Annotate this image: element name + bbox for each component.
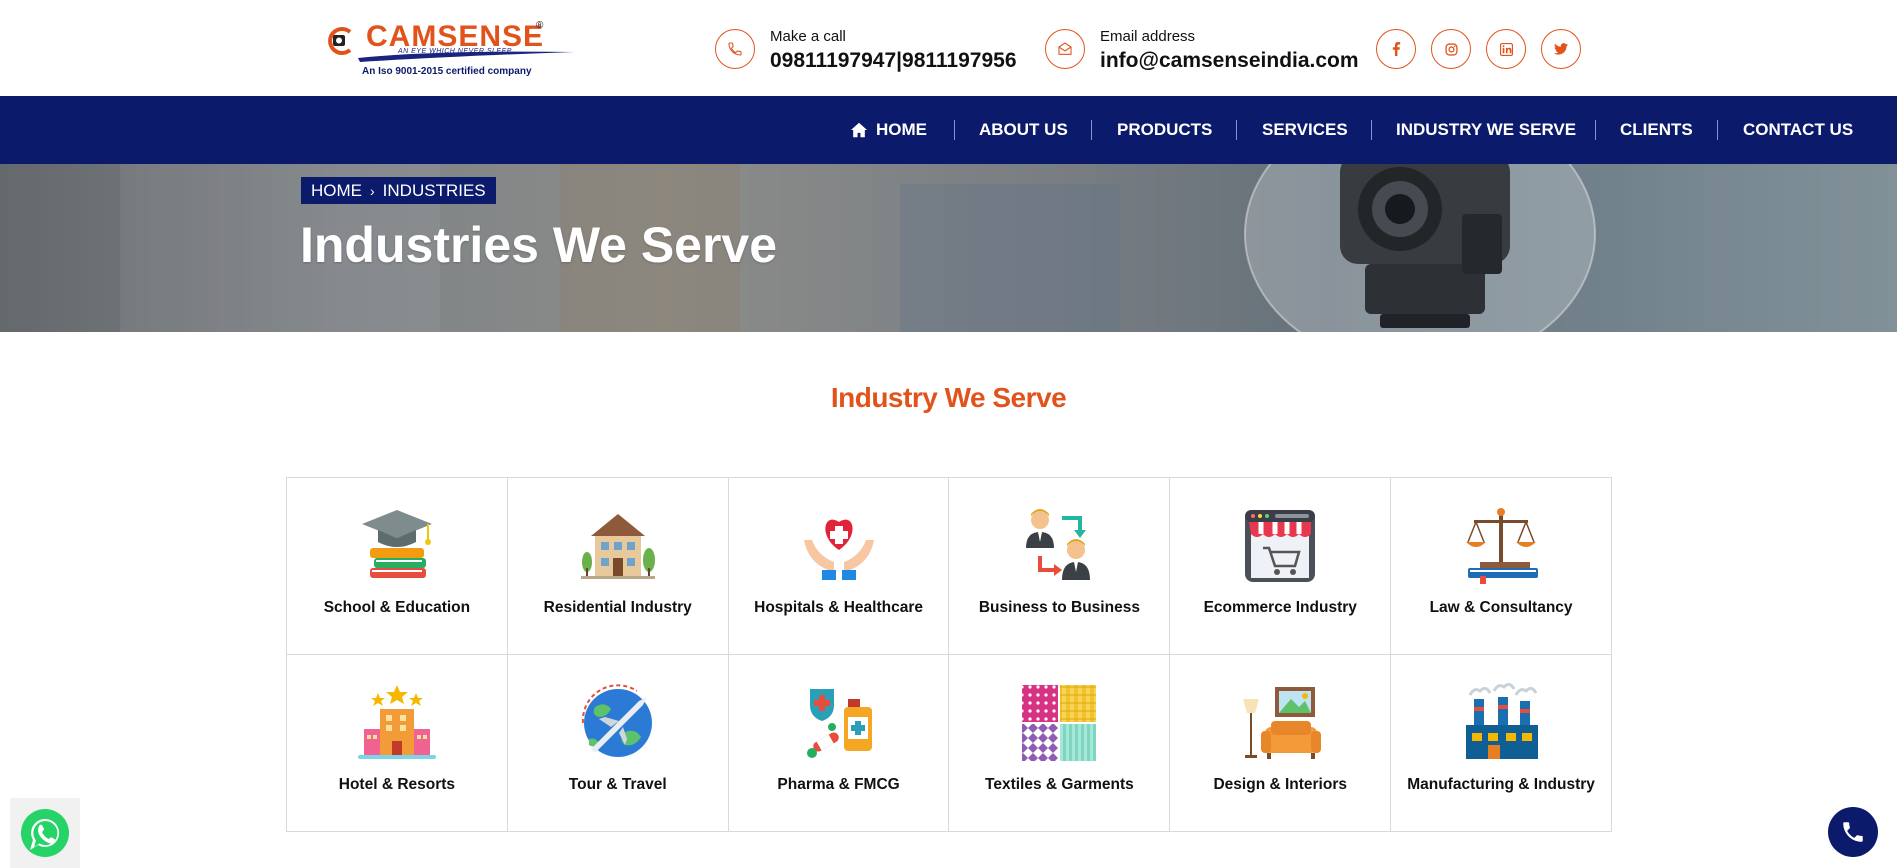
graduation-cap-books-icon: [361, 510, 432, 578]
email-address[interactable]: info@camsenseindia.com: [1100, 49, 1359, 73]
nav-home-label: HOME: [876, 120, 927, 139]
page-title: Industries We Serve: [300, 217, 778, 273]
nav-about-us[interactable]: ABOUT US: [979, 96, 1068, 164]
industry-label: Ecommerce Industry: [1203, 599, 1357, 616]
industry-card-law-consultancy[interactable]: Law & Consultancy: [1391, 478, 1612, 655]
section-title: Industry We Serve: [830, 382, 1067, 413]
nav-clients[interactable]: CLIENTS: [1620, 96, 1693, 164]
registered-mark: ®: [536, 20, 544, 31]
industry-label: Residential Industry: [543, 599, 692, 616]
medicine-bottle-pills-icon: [806, 689, 872, 758]
home-icon: [851, 122, 867, 138]
industry-label: Hospitals & Healthcare: [754, 599, 923, 616]
email-label: Email address: [1100, 28, 1196, 45]
email-contact[interactable]: Email address info@camsenseindia.com: [1045, 28, 1365, 72]
nav-divider: [1236, 120, 1237, 140]
call-contact[interactable]: Make a call 09811197947|9811197956: [715, 28, 1017, 73]
industry-grid: School & Education Residential Industry: [286, 477, 1612, 832]
industry-label: Law & Consultancy: [1429, 599, 1573, 616]
scales-of-justice-icon: [1466, 508, 1539, 584]
breadcrumb-separator: ›: [370, 182, 375, 199]
call-label: Make a call: [770, 28, 846, 45]
phone-numbers[interactable]: 09811197947|9811197956: [770, 49, 1017, 73]
breadcrumb: HOME › INDUSTRIES: [301, 177, 496, 204]
nav-divider: [1717, 120, 1718, 140]
industry-card-business-to-business[interactable]: Business to Business: [949, 478, 1171, 655]
industry-card-ecommerce[interactable]: Ecommerce Industry: [1170, 478, 1392, 655]
nav-industry-we-serve[interactable]: INDUSTRY WE SERVE: [1396, 96, 1576, 164]
main-navigation: HOME ABOUT US PRODUCTS SERVICES INDUSTRY…: [0, 96, 1897, 164]
nav-products[interactable]: PRODUCTS: [1117, 96, 1212, 164]
linkedin-icon[interactable]: [1486, 29, 1526, 69]
industry-label: Pharma & FMCG: [777, 776, 900, 793]
industry-label: Design & Interiors: [1213, 776, 1347, 793]
fabric-swatches-icon: [1022, 685, 1097, 761]
breadcrumb-home[interactable]: HOME: [311, 181, 362, 201]
industry-card-pharma-fmcg[interactable]: Pharma & FMCG: [728, 655, 950, 832]
nav-home[interactable]: HOME: [850, 96, 927, 164]
sofa-lamp-frame-icon: [1243, 687, 1322, 759]
industry-card-textiles-garments[interactable]: Textiles & Garments: [949, 655, 1171, 832]
instagram-icon[interactable]: [1431, 29, 1471, 69]
industry-card-design-interiors[interactable]: Design & Interiors: [1170, 655, 1392, 832]
house-icon: [580, 514, 655, 579]
online-shop-cart-icon: [1245, 510, 1316, 582]
facebook-icon[interactable]: [1376, 29, 1416, 69]
factory-icon: [1466, 683, 1539, 759]
industry-card-residential[interactable]: Residential Industry: [507, 478, 729, 655]
breadcrumb-current: INDUSTRIES: [382, 180, 486, 200]
industry-label: School & Education: [323, 599, 471, 616]
call-now-button[interactable]: [1828, 807, 1878, 857]
industry-card-hotel-resorts[interactable]: Hotel & Resorts: [287, 655, 508, 832]
industry-card-manufacturing[interactable]: Manufacturing & Industry: [1391, 655, 1612, 832]
industry-label: Manufacturing & Industry: [1407, 776, 1595, 793]
logo-certification: An Iso 9001-2015 certified company: [362, 66, 532, 77]
industry-label: Textiles & Garments: [985, 776, 1134, 793]
camsense-logo[interactable]: CAMSENSE ® AN EYE WHICH NEVER SLEEP... A…: [326, 18, 576, 80]
nav-services[interactable]: SERVICES: [1262, 96, 1348, 164]
phone-icon: [715, 29, 755, 69]
logo-tagline: AN EYE WHICH NEVER SLEEP...: [398, 48, 519, 55]
business-people-exchange-icon: [1026, 509, 1091, 580]
globe-airplane-icon: [581, 684, 652, 757]
whatsapp-button[interactable]: [10, 798, 80, 868]
nav-divider: [1091, 120, 1092, 140]
twitter-icon[interactable]: [1541, 29, 1581, 69]
industry-card-school-education[interactable]: School & Education: [287, 478, 508, 655]
industry-label: Business to Business: [978, 599, 1140, 616]
logo-camera-mark-icon: [328, 27, 352, 55]
whatsapp-icon: [21, 809, 69, 857]
industry-card-hospitals-healthcare[interactable]: Hospitals & Healthcare: [728, 478, 950, 655]
industry-label: Hotel & Resorts: [338, 776, 456, 793]
page-hero-banner: HOME › INDUSTRIES Industries We Serve: [0, 164, 1897, 332]
envelope-icon: [1045, 29, 1085, 69]
nav-divider: [954, 120, 955, 140]
hotel-stars-icon: [357, 685, 436, 759]
phone-icon: [1843, 822, 1863, 842]
industry-card-tour-travel[interactable]: Tour & Travel: [507, 655, 729, 832]
nav-divider: [1371, 120, 1372, 140]
top-header: CAMSENSE ® AN EYE WHICH NEVER SLEEP... A…: [0, 0, 1897, 96]
industry-label: Tour & Travel: [568, 776, 667, 793]
nav-contact-us[interactable]: CONTACT US: [1743, 96, 1853, 164]
heart-hands-icon: [803, 519, 874, 580]
nav-divider: [1595, 120, 1596, 140]
